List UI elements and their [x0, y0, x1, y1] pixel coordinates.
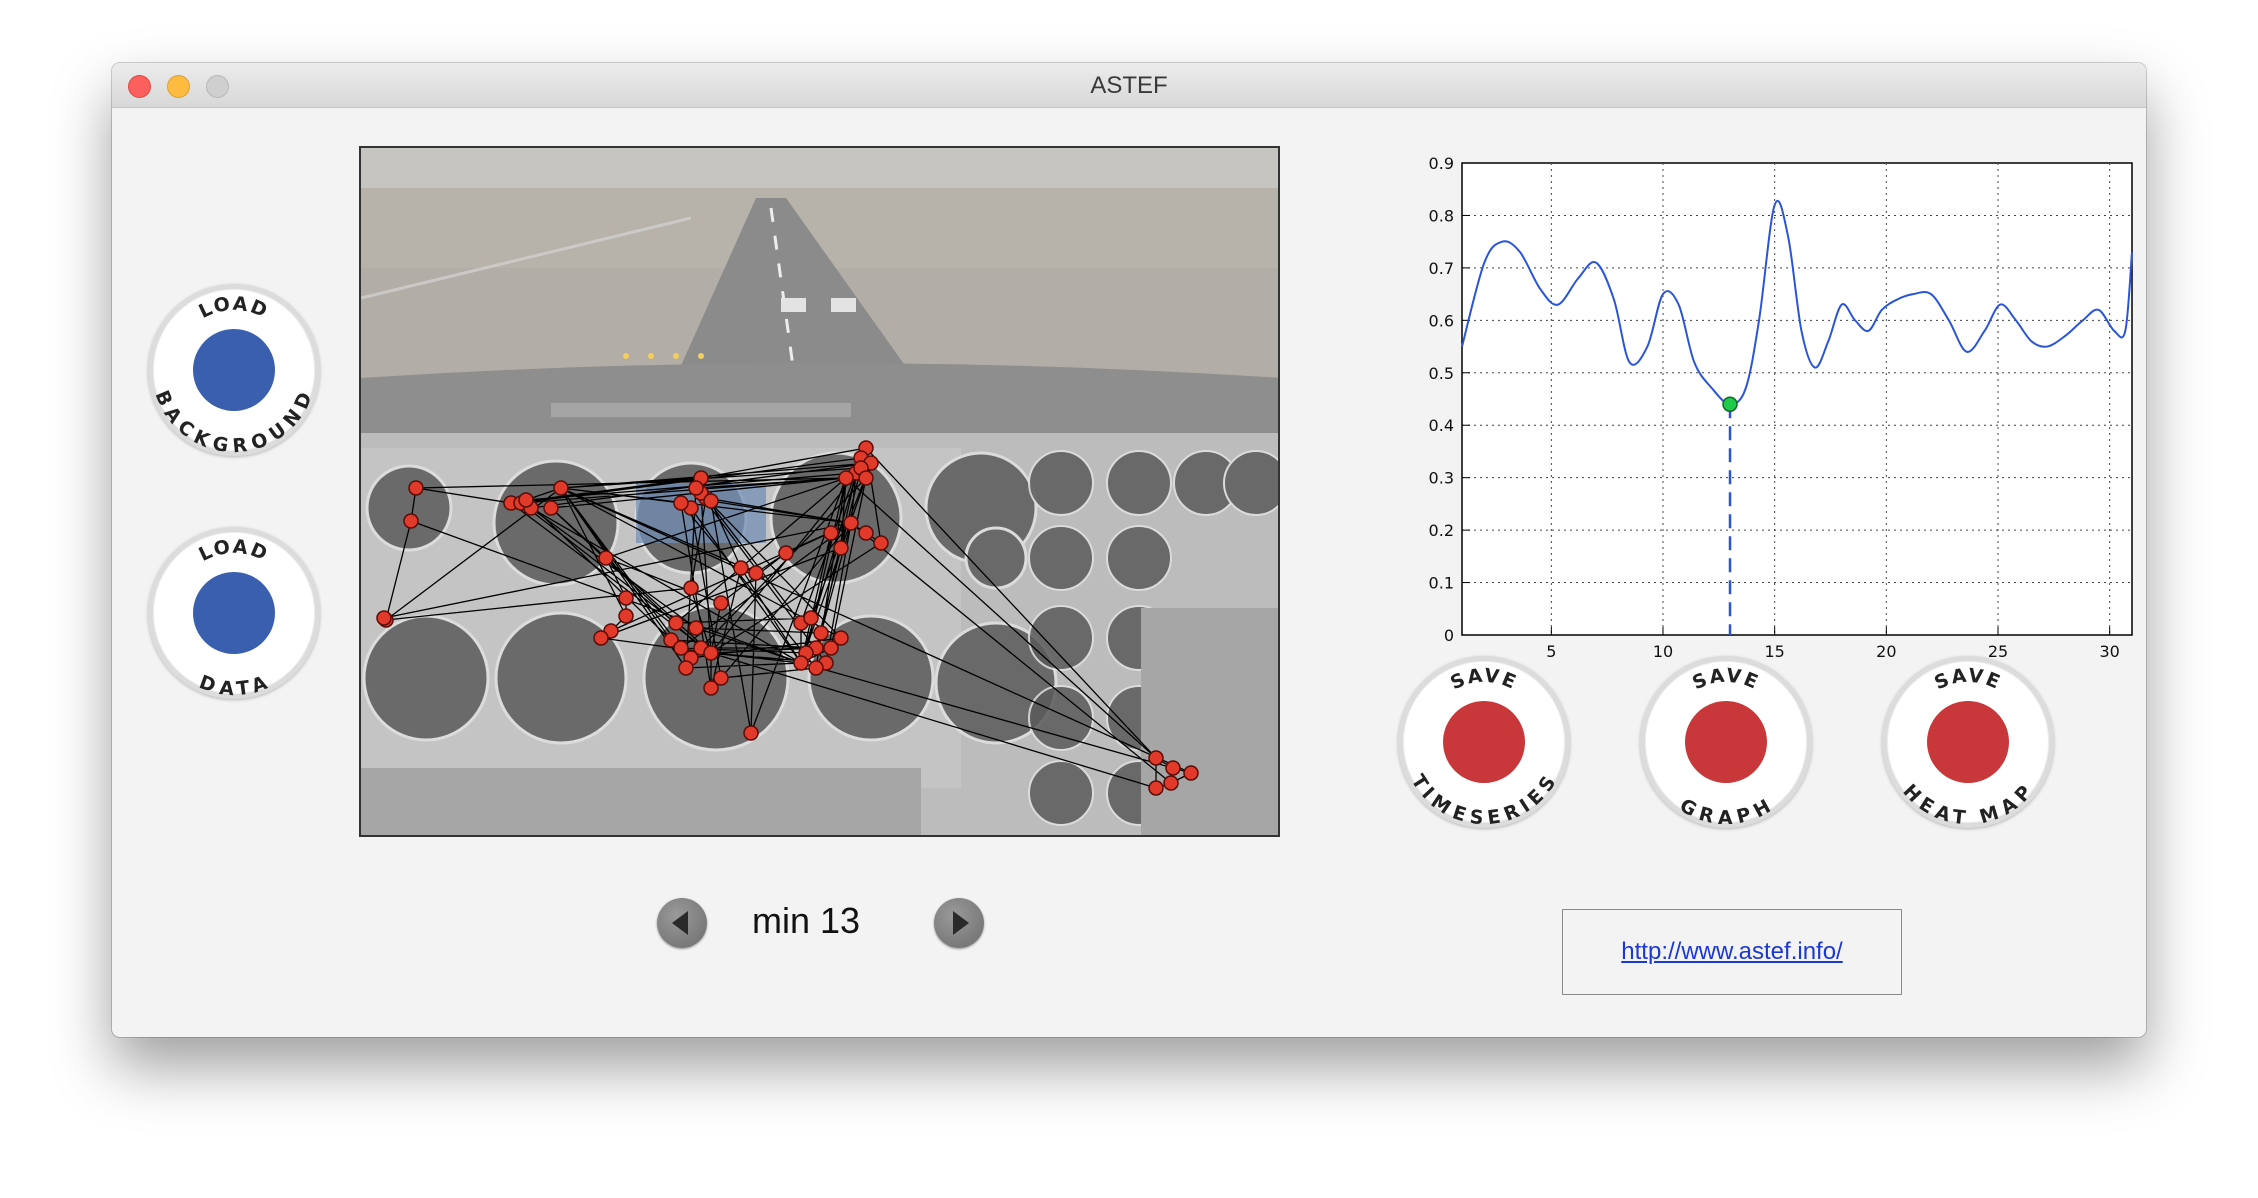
save-graph-bottom-label: GRAPH [1676, 794, 1774, 828]
save-timeseries-top-label: SAVE [1447, 665, 1519, 695]
save-graph-button[interactable]: SAVE GRAPH [1640, 656, 1812, 828]
y-tick-label-9: 0.9 [1429, 154, 1454, 173]
gaze-point [1148, 780, 1164, 796]
save-timeseries-dot [1443, 701, 1525, 783]
gaze-point [408, 480, 424, 496]
y-tick-label-1: 0.1 [1429, 574, 1454, 593]
cockpit-scene [361, 148, 1278, 835]
y-tick-label-6: 0.6 [1429, 311, 1454, 330]
gaze-point [543, 500, 559, 516]
gaze-point [1183, 765, 1199, 781]
gaze-point [618, 608, 634, 624]
gaze-point [598, 550, 614, 566]
gaze-point [833, 540, 849, 556]
gaze-point [803, 610, 819, 626]
gaze-point [748, 565, 764, 581]
load-background-button[interactable]: LOAD BACKGROUND [148, 284, 320, 456]
svg-text:DATA: DATA [196, 671, 272, 699]
minute-label: min 13 [752, 900, 861, 941]
gaze-point [403, 513, 419, 529]
gaze-point [833, 630, 849, 646]
gaze-point [688, 480, 704, 496]
svg-text:SAVE: SAVE [1447, 665, 1521, 695]
right-arrow-icon [953, 911, 969, 935]
gaze-point [713, 595, 729, 611]
gaze-point [1163, 775, 1179, 791]
save-graph-top-label: SAVE [1689, 665, 1761, 695]
y-tick-label-2: 0.2 [1429, 521, 1454, 540]
previous-minute-button[interactable] [657, 898, 707, 948]
save-heatmap-bottom-label: HEAT MAP [1899, 780, 2036, 828]
svg-text:LOAD: LOAD [195, 536, 272, 566]
title-bar: ASTEF [112, 63, 2146, 108]
svg-text:HEAT MAP: HEAT MAP [1899, 780, 2038, 828]
gaze-point [843, 515, 859, 531]
gaze-point [668, 615, 684, 631]
gaze-point [673, 495, 689, 511]
save-heatmap-button[interactable]: SAVE HEAT MAP [1882, 656, 2054, 828]
gaze-point [873, 535, 889, 551]
chart-svg: 5 10 15 20 25 3000.10.20.30.40.50.60.70.80.9 [1429, 154, 2133, 661]
gaze-point [683, 580, 699, 596]
save-timeseries-button[interactable]: SAVE TIMESERIES [1398, 656, 1570, 828]
gaze-point [703, 493, 719, 509]
gaze-point [688, 620, 704, 636]
plot-area [1461, 162, 2133, 636]
time-series-chart: 5 10 15 20 25 30 0 0.1 0.2 0.3 0.4 0.5 0.6 0.7 0.8 0.9 [1312, 135, 2146, 695]
gaze-point [553, 480, 569, 496]
load-data-dot [193, 572, 275, 654]
gaze-point [376, 610, 392, 626]
website-link[interactable]: http://www.astef.info/ [1621, 938, 1842, 966]
gaze-point [1165, 760, 1181, 776]
gaze-point [778, 545, 794, 561]
gaze-point [793, 655, 809, 671]
window-title: ASTEF [1090, 72, 1168, 99]
gaze-point [838, 470, 854, 486]
website-link-box: http://www.astef.info/ [1562, 909, 1902, 995]
gaze-point [808, 660, 824, 676]
svg-text:LOAD: LOAD [195, 293, 272, 323]
gaze-point [823, 525, 839, 541]
gaze-point [813, 625, 829, 641]
y-tick-label-4: 0.4 [1429, 416, 1454, 435]
load-background-dot [193, 329, 275, 411]
gaze-point [593, 630, 609, 646]
left-arrow-icon [672, 911, 688, 935]
gaze-point [1148, 750, 1164, 766]
save-graph-dot [1685, 701, 1767, 783]
load-data-button[interactable]: LOAD DATA [148, 527, 320, 699]
load-data-bottom-label: DATA [196, 671, 270, 699]
time-marker [1722, 396, 1738, 412]
gaze-point [733, 560, 749, 576]
load-background-top-label: LOAD [195, 293, 270, 323]
gaze-point [703, 645, 719, 661]
y-tick-label-8: 0.8 [1429, 206, 1454, 225]
gaze-point [518, 492, 534, 508]
x-tick-label-5: 30 [2099, 642, 2119, 661]
load-data-top-label: LOAD [195, 536, 270, 566]
y-tick-label-3: 0.3 [1429, 469, 1454, 488]
gaze-point [858, 470, 874, 486]
gaze-point [858, 525, 874, 541]
save-heatmap-dot [1927, 701, 2009, 783]
y-tick-label-5: 0.5 [1429, 364, 1454, 383]
cockpit-background-image [359, 146, 1280, 837]
y-tick-label-0: 0 [1444, 626, 1454, 645]
y-tick-label-7: 0.7 [1429, 259, 1454, 278]
gaze-point [743, 725, 759, 741]
next-minute-button[interactable] [934, 898, 984, 948]
svg-text:SAVE: SAVE [1931, 665, 2005, 695]
gaze-point [678, 660, 694, 676]
astef-window: ASTEF LOAD BACKGROUND LOAD DATA 5 10 15 … [112, 63, 2146, 1037]
save-heatmap-top-label: SAVE [1931, 665, 2003, 695]
gaze-point [703, 680, 719, 696]
gaze-point [618, 590, 634, 606]
svg-text:SAVE: SAVE [1689, 665, 1763, 695]
svg-text:GRAPH: GRAPH [1676, 794, 1776, 828]
